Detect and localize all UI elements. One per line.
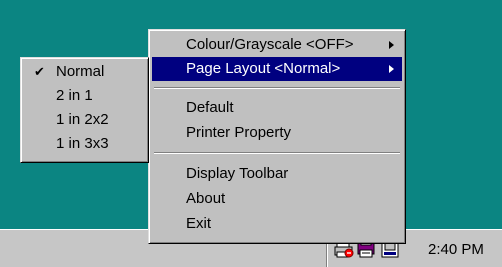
submenu-item-1-in-2x2[interactable]: 1 in 2x2 [24, 108, 145, 132]
menu-item-exit[interactable]: Exit [152, 212, 402, 236]
tray-context-menu: Colour/Grayscale <OFF> Page Layout <Norm… [148, 29, 406, 244]
menu-item-printer-property[interactable]: Printer Property [152, 121, 402, 145]
submenu-arrow-icon [389, 41, 394, 49]
menu-item-label: Printer Property [186, 124, 292, 141]
menu-item-page-layout[interactable]: Page Layout <Normal> [152, 57, 402, 81]
menu-item-about[interactable]: About [152, 187, 402, 211]
submenu-item-label: 2 in 1 [56, 87, 93, 104]
page-layout-submenu: ✔ Normal 2 in 1 1 in 2x2 1 in 3x3 [20, 57, 149, 163]
menu-item-label: About [186, 190, 226, 207]
menu-item-label: Page Layout <Normal> [186, 60, 341, 77]
submenu-item-label: 1 in 2x2 [56, 111, 109, 128]
menu-item-colour-grayscale[interactable]: Colour/Grayscale <OFF> [152, 33, 402, 57]
menu-item-label: Default [186, 99, 234, 116]
check-icon: ✔ [34, 64, 45, 79]
clock: 2:40 PM [428, 241, 484, 258]
menu-item-default[interactable]: Default [152, 96, 402, 120]
submenu-item-2-in-1[interactable]: 2 in 1 [24, 84, 145, 108]
menu-item-label: Colour/Grayscale <OFF> [186, 36, 354, 53]
menu-item-label: Exit [186, 215, 212, 232]
menu-item-display-toolbar[interactable]: Display Toolbar [152, 162, 402, 186]
submenu-item-1-in-3x3[interactable]: 1 in 3x3 [24, 132, 145, 156]
submenu-item-label: Normal [56, 63, 105, 80]
submenu-item-normal[interactable]: ✔ Normal [24, 60, 145, 84]
submenu-arrow-icon [389, 65, 394, 73]
submenu-item-label: 1 in 3x3 [56, 135, 109, 152]
menu-separator [154, 152, 400, 154]
menu-item-label: Display Toolbar [186, 165, 289, 182]
menu-separator [154, 87, 400, 89]
